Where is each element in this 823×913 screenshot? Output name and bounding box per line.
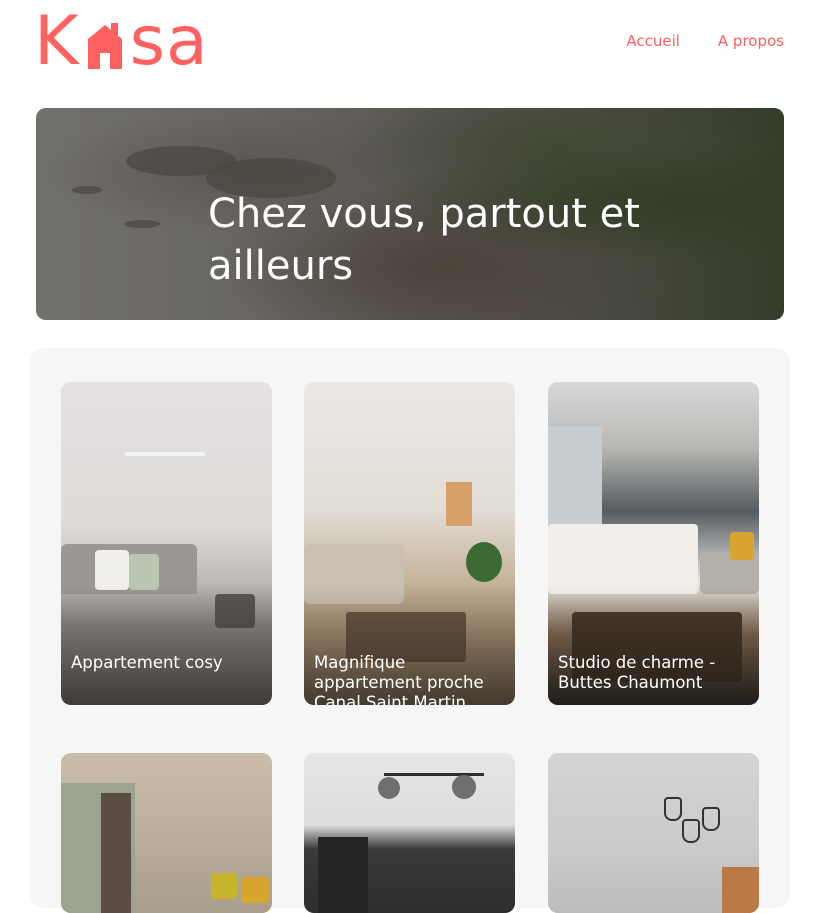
main-nav: Accueil A propos — [626, 32, 784, 50]
pendant-lamp — [664, 797, 682, 821]
listing-title: Appartement cosy — [71, 653, 223, 672]
listing-title — [314, 861, 503, 913]
hero-banner: Chez vous, partout et ailleurs — [36, 108, 784, 320]
banner-rock-shape — [124, 220, 160, 228]
sofa-cushion — [95, 550, 129, 590]
sofa-cushion — [129, 554, 159, 590]
house-icon — [87, 23, 122, 69]
kasa-logo[interactable]: K sa — [34, 6, 209, 78]
site-header: K sa Accueil A propos — [0, 0, 823, 90]
listing-card[interactable] — [304, 753, 515, 913]
lamp-globe — [378, 777, 400, 799]
listing-title: Studio de charme - Buttes Chaumont — [558, 653, 716, 692]
banner-rock-shape — [72, 186, 102, 194]
logo-text-k: K — [34, 2, 80, 81]
sofa-shape — [304, 544, 404, 604]
banner-rock-shape — [126, 146, 236, 176]
artwork-frame — [446, 482, 472, 526]
nav-link-a-propos[interactable]: A propos — [718, 32, 784, 50]
pendant-lamp — [682, 819, 700, 843]
plant-shape — [466, 542, 502, 582]
basket-shape — [215, 594, 255, 628]
listings-gallery: Appartement cosy Magnifique appartement … — [30, 348, 790, 913]
listing-card[interactable]: Studio de charme - Buttes Chaumont — [548, 382, 759, 705]
lamp-globe — [452, 775, 476, 799]
banner-title: Chez vous, partout et ailleurs — [208, 188, 728, 292]
listing-card[interactable] — [61, 753, 272, 913]
cushion-yellow — [730, 532, 754, 560]
pendant-lamp — [702, 807, 720, 831]
logo-text-sa: sa — [129, 2, 209, 81]
listing-title — [71, 861, 260, 913]
bed-shape — [548, 524, 698, 594]
banner-title-line1: Chez vous, partout et — [208, 191, 640, 237]
wall-shelf — [125, 452, 205, 456]
listing-card[interactable]: Magnifique appartement proche Canal Sain… — [304, 382, 515, 705]
listing-title: Magnifique appartement proche Canal Sain… — [314, 653, 484, 705]
banner-title-line2: ailleurs — [208, 243, 354, 289]
listing-title — [558, 861, 747, 913]
listing-card[interactable] — [548, 753, 759, 913]
nav-link-accueil[interactable]: Accueil — [626, 32, 680, 50]
listing-card[interactable]: Appartement cosy — [61, 382, 272, 705]
